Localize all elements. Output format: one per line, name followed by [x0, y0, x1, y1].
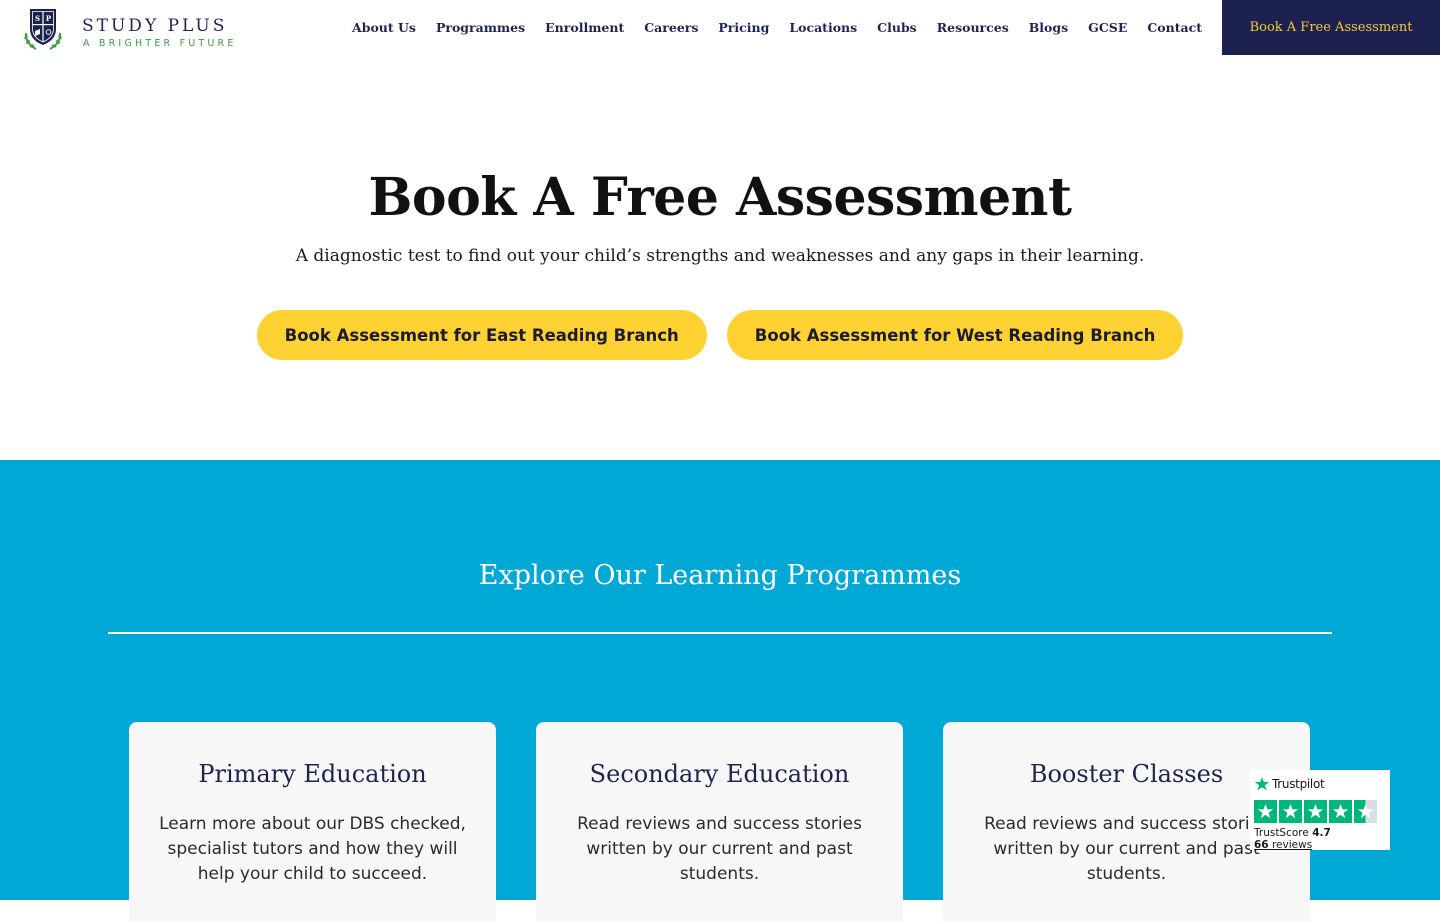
nav-item-careers[interactable]: Careers	[644, 20, 698, 35]
book-west-reading-button[interactable]: Book Assessment for West Reading Branch	[726, 310, 1184, 360]
card-title: Primary Education	[198, 760, 427, 788]
programmes-section: Explore Our Learning Programmes Primary …	[0, 460, 1440, 922]
card-text: Read reviews and success stories written…	[984, 814, 1269, 884]
reviews-link[interactable]: 66 reviews	[1254, 839, 1386, 851]
trustpilot-widget[interactable]: Trustpilot TrustScore 4.7 66 reviews	[1250, 770, 1390, 851]
nav-item-about-us[interactable]: About Us	[352, 20, 416, 35]
trust-score-value: 4.7	[1312, 827, 1331, 839]
trust-score-label: TrustScore	[1254, 827, 1309, 839]
site-header: S P STUDY PLUS A BRIGHTER FUTURE About U…	[0, 0, 1440, 55]
programmes-title: Explore Our Learning Programmes	[478, 560, 962, 591]
brand-name: STUDY PLUS	[82, 16, 228, 36]
nav-item-pricing[interactable]: Pricing	[718, 20, 769, 35]
hero-section: Book A Free Assessment A diagnostic test…	[0, 55, 1440, 460]
nav-item-programmes[interactable]: Programmes	[436, 20, 525, 35]
brand-tagline: A BRIGHTER FUTURE	[83, 38, 237, 49]
programme-card-primary[interactable]: Primary Education Learn more about our D…	[129, 722, 496, 922]
programme-card-secondary[interactable]: Secondary Education Read reviews and suc…	[536, 722, 903, 922]
reviews-count: 66	[1254, 839, 1269, 851]
trustpilot-header: Trustpilot	[1254, 774, 1386, 794]
trustpilot-star-icon	[1254, 777, 1270, 791]
nav-item-enrollment[interactable]: Enrollment	[545, 20, 624, 35]
nav-item-locations[interactable]: Locations	[789, 20, 857, 35]
nav-item-clubs[interactable]: Clubs	[877, 20, 917, 35]
book-east-reading-button[interactable]: Book Assessment for East Reading Branch	[256, 310, 707, 360]
nav-item-gcse[interactable]: GCSE	[1088, 20, 1127, 35]
book-assessment-nav-button[interactable]: Book A Free Assessment	[1222, 0, 1440, 55]
svg-text:P: P	[46, 14, 52, 23]
svg-text:S: S	[35, 14, 40, 23]
programme-cards: Primary Education Learn more about our D…	[129, 722, 1310, 922]
nav-item-resources[interactable]: Resources	[937, 20, 1009, 35]
reviews-label: reviews	[1271, 839, 1313, 851]
site-logo[interactable]: S P STUDY PLUS A BRIGHTER FUTURE	[20, 7, 233, 51]
hero-subtitle: A diagnostic test to find out your child…	[295, 246, 1145, 266]
section-divider	[108, 632, 1332, 634]
trustpilot-brand: Trustpilot	[1272, 777, 1325, 791]
star-rating	[1254, 800, 1386, 823]
nav-item-blogs[interactable]: Blogs	[1029, 20, 1068, 35]
main-nav: About Us Programmes Enrollment Careers P…	[352, 0, 1202, 55]
star-icon	[1329, 800, 1352, 823]
star-icon	[1354, 800, 1377, 823]
star-icon	[1304, 800, 1327, 823]
card-title: Secondary Education	[589, 760, 850, 788]
page-title: Book A Free Assessment	[368, 167, 1072, 228]
nav-item-contact[interactable]: Contact	[1147, 20, 1202, 35]
shield-crest-icon: S P	[24, 9, 62, 50]
trust-score: TrustScore 4.7	[1254, 827, 1386, 839]
star-icon	[1254, 800, 1277, 823]
hero-buttons: Book Assessment for East Reading Branch …	[0, 310, 1440, 360]
card-text: Read reviews and success stories written…	[577, 814, 862, 884]
card-text: Learn more about our DBS checked, specia…	[159, 814, 466, 884]
star-icon	[1279, 800, 1302, 823]
